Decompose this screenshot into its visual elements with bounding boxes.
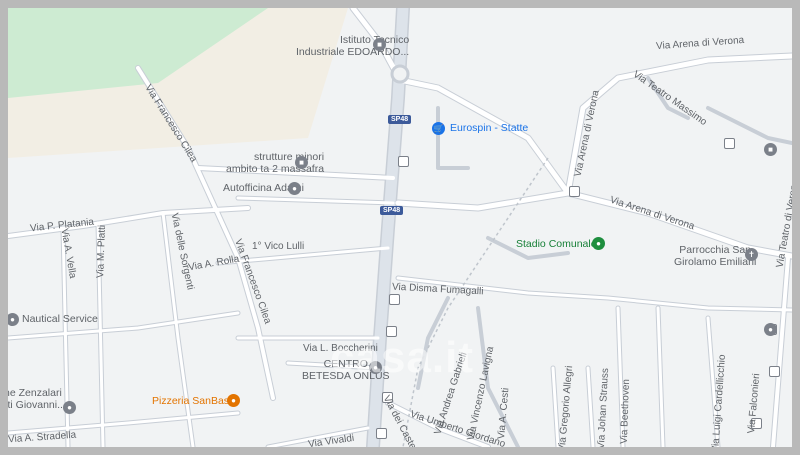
street-label: Via Beethoven <box>618 378 633 445</box>
route-shield-sp48: SP48 <box>380 206 404 215</box>
bus-stop-icon[interactable] <box>769 366 780 377</box>
poi-zenzalari-line2: rti Giovanni... <box>8 399 66 411</box>
street-label: Via M. Platti <box>95 224 109 279</box>
map-frame: SP48 SP48 Istituto Tecnico Industriale E… <box>0 0 800 455</box>
poi-parrocchia-line1: Parrocchia San <box>679 244 752 256</box>
school-icon[interactable]: ■ <box>764 143 777 156</box>
poi-stadio-label[interactable]: Stadio Comunale <box>516 238 597 250</box>
stadium-icon[interactable]: ● <box>592 237 605 250</box>
poi-zenzalari-line1: ne Zenzalari <box>8 387 62 399</box>
watermark: casa.it <box>330 333 474 382</box>
poi-strutture-label[interactable]: strutture minori ambito ta 2 massafra <box>226 151 324 175</box>
poi-parrocchia-line2: Girolamo Emiliani <box>674 256 757 268</box>
street-label: 1° Vico Lulli <box>252 241 305 252</box>
bus-stop-icon[interactable] <box>376 428 387 439</box>
bus-stop-icon[interactable] <box>724 138 735 149</box>
shopping-cart-icon[interactable]: 🛒 <box>432 122 445 135</box>
generic-place-icon[interactable]: ● <box>288 182 301 195</box>
church-icon[interactable]: ✝ <box>745 248 758 261</box>
poi-strutture-line2: ambito ta 2 massafra <box>226 163 325 175</box>
poi-istituto-line2: Industriale EDOARDO... <box>296 46 410 58</box>
roundabout <box>390 64 410 84</box>
school-icon[interactable]: ■ <box>295 156 308 169</box>
restaurant-icon[interactable]: ● <box>227 394 240 407</box>
bus-stop-icon[interactable] <box>569 186 580 197</box>
poi-parrocchia-label[interactable]: Parrocchia San Girolamo Emiliani <box>674 244 756 268</box>
bus-stop-icon[interactable] <box>389 294 400 305</box>
generic-place-icon[interactable]: ● <box>764 323 777 336</box>
poi-nautical-label[interactable]: Nautical Service <box>22 313 98 325</box>
map-canvas[interactable]: SP48 SP48 Istituto Tecnico Industriale E… <box>8 8 792 447</box>
poi-pizzeria-label[interactable]: Pizzeria SanBasil <box>152 395 234 407</box>
poi-eurospin-label[interactable]: Eurospin - Statte <box>450 122 528 134</box>
generic-place-icon[interactable]: ● <box>63 401 76 414</box>
bus-stop-icon[interactable] <box>398 156 409 167</box>
poi-zenzalari-label[interactable]: ne Zenzalari rti Giovanni... <box>8 387 66 411</box>
poi-istituto-line1: Istituto Tecnico <box>339 34 410 46</box>
poi-istituto-label[interactable]: Istituto Tecnico Industriale EDOARDO... <box>296 34 409 58</box>
route-shield-sp48: SP48 <box>388 115 412 124</box>
school-icon[interactable]: ■ <box>373 38 386 51</box>
poi-strutture-line1: strutture minori <box>254 151 325 163</box>
